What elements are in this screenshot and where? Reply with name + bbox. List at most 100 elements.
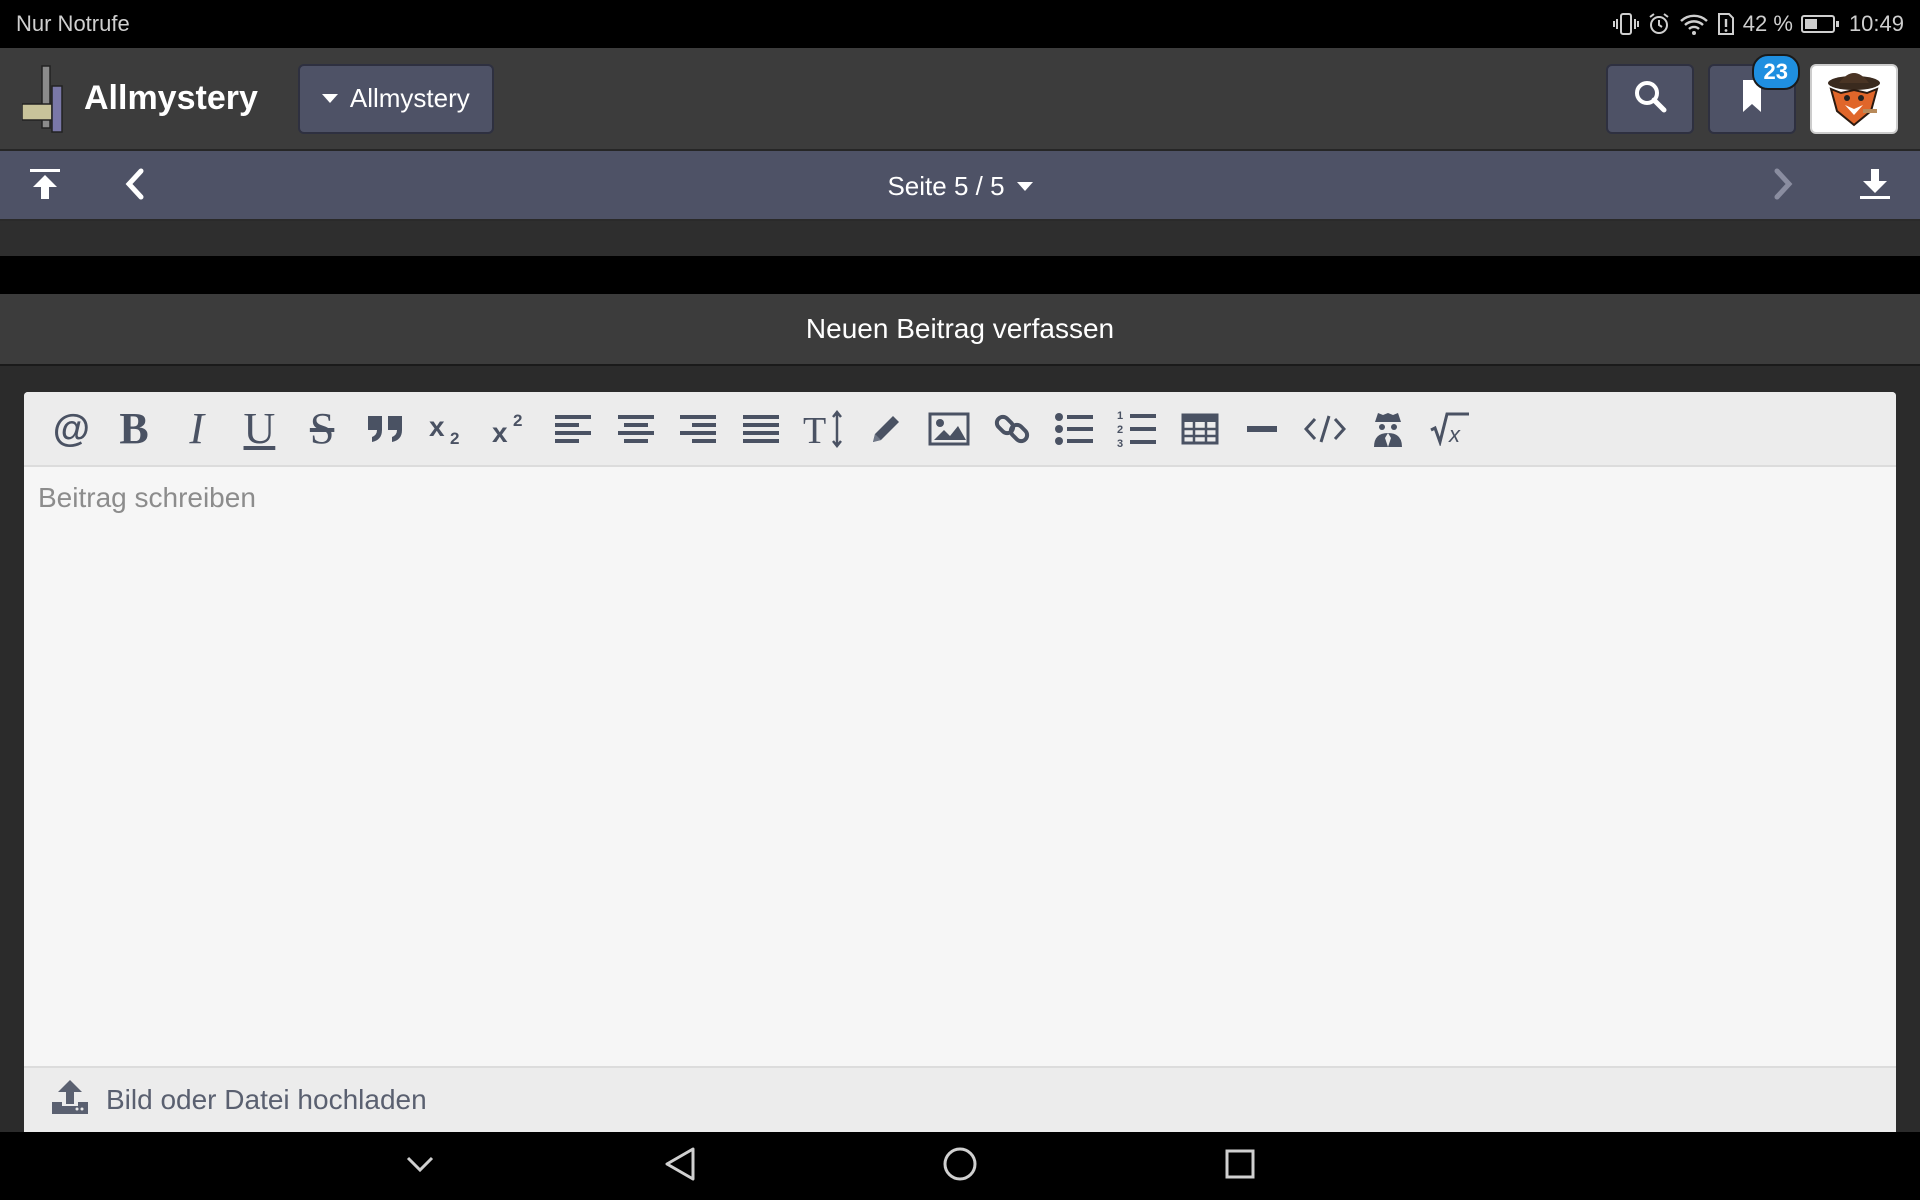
align-left-icon xyxy=(553,413,593,445)
alarm-icon xyxy=(1647,12,1671,36)
image-icon xyxy=(928,412,970,446)
forum-selector-label: Allmystery xyxy=(349,83,470,113)
page-selector[interactable]: Seite 5 / 5 xyxy=(0,151,1920,221)
wifi-icon xyxy=(1679,12,1709,36)
upload-icon xyxy=(50,1078,90,1123)
strikethrough-button[interactable]: S xyxy=(291,399,354,459)
square-root-icon: x xyxy=(1429,412,1471,446)
home-button[interactable] xyxy=(920,1132,1000,1200)
first-post-button[interactable] xyxy=(10,151,80,221)
formula-button[interactable]: x xyxy=(1419,399,1482,459)
table-button[interactable] xyxy=(1168,399,1231,459)
table-icon xyxy=(1181,413,1219,445)
bullet-list-button[interactable] xyxy=(1043,399,1106,459)
at-icon: @ xyxy=(52,407,90,450)
svg-text:T: T xyxy=(803,410,826,449)
link-icon xyxy=(993,410,1031,448)
svg-text:2: 2 xyxy=(513,412,522,430)
pencil-icon xyxy=(869,412,903,446)
svg-text:x: x xyxy=(492,417,508,446)
bold-button[interactable]: B xyxy=(103,399,166,459)
post-textarea[interactable]: Beitrag schreiben xyxy=(38,482,1882,1062)
spoiler-button[interactable] xyxy=(1356,399,1419,459)
search-icon xyxy=(1633,79,1667,118)
subscript-icon: x2 xyxy=(428,412,466,446)
status-bar: Nur Notrufe 42 % 10:49 xyxy=(0,0,1920,48)
next-page-button[interactable] xyxy=(1748,151,1818,221)
brand-title[interactable]: Allmystery xyxy=(84,79,258,118)
jump-top-icon xyxy=(28,167,62,206)
underline-button[interactable]: U xyxy=(228,399,291,459)
align-center-icon xyxy=(616,413,656,445)
spacer xyxy=(0,221,1920,256)
align-right-icon xyxy=(678,413,718,445)
quote-button[interactable] xyxy=(353,399,416,459)
svg-text:2: 2 xyxy=(1117,424,1123,436)
align-left-button[interactable] xyxy=(542,399,605,459)
bullet-list-icon xyxy=(1054,412,1094,446)
subscript-button[interactable]: x2 xyxy=(416,399,479,459)
italic-button[interactable]: I xyxy=(165,399,228,459)
align-right-button[interactable] xyxy=(667,399,730,459)
svg-text:2: 2 xyxy=(450,429,459,446)
editor-placeholder: Beitrag schreiben xyxy=(38,482,256,513)
bold-icon: B xyxy=(119,403,149,453)
font-size-button[interactable]: T xyxy=(792,399,855,459)
strikethrough-icon: S xyxy=(309,403,335,453)
upload-label: Bild oder Datei hochladen xyxy=(106,1084,427,1115)
system-nav-bar xyxy=(0,1132,1920,1200)
battery-icon xyxy=(1800,15,1839,33)
svg-text:x: x xyxy=(429,412,445,442)
forum-selector-button[interactable]: Allmystery xyxy=(297,63,494,134)
minus-icon xyxy=(1245,424,1279,434)
clock: 10:49 xyxy=(1848,11,1904,36)
code-icon xyxy=(1304,414,1347,444)
justify-button[interactable] xyxy=(730,399,793,459)
sim-alert-icon xyxy=(1717,12,1735,36)
underline-icon: U xyxy=(243,403,276,453)
editor-toolbar: @ B I U S x2 x2 T 1 2 3 x xyxy=(24,392,1896,467)
battery-percent: 42 % xyxy=(1742,11,1793,36)
bookmark-count-badge: 23 xyxy=(1751,53,1800,90)
horizontal-rule-button[interactable] xyxy=(1231,399,1294,459)
last-post-button[interactable] xyxy=(1840,151,1910,221)
svg-text:1: 1 xyxy=(1117,410,1123,422)
post-editor: @ B I U S x2 x2 T 1 2 3 x Beitrag schrei… xyxy=(24,392,1896,1132)
compose-title: Neuen Beitrag verfassen xyxy=(0,294,1920,366)
spy-icon xyxy=(1371,410,1405,448)
italic-icon: I xyxy=(189,403,205,453)
recents-button[interactable] xyxy=(1200,1132,1280,1200)
hide-nav-button[interactable] xyxy=(380,1132,460,1200)
quote-icon xyxy=(366,414,404,444)
back-button[interactable] xyxy=(640,1132,720,1200)
align-center-button[interactable] xyxy=(604,399,667,459)
caret-down-icon xyxy=(321,94,338,103)
svg-text:x: x xyxy=(1448,422,1461,446)
code-button[interactable] xyxy=(1294,399,1357,459)
link-button[interactable] xyxy=(980,399,1043,459)
search-button[interactable] xyxy=(1606,63,1694,134)
text-height-icon: T xyxy=(803,409,845,449)
home-circle-icon xyxy=(942,1146,978,1187)
previous-page-button[interactable] xyxy=(100,151,170,221)
recents-square-icon xyxy=(1224,1148,1256,1185)
pencil-button[interactable] xyxy=(855,399,918,459)
numbered-list-button[interactable]: 1 2 3 xyxy=(1106,399,1169,459)
avatar xyxy=(1819,66,1889,132)
user-avatar-button[interactable] xyxy=(1810,63,1898,134)
upload-button[interactable]: Bild oder Datei hochladen xyxy=(24,1066,1896,1132)
justify-icon xyxy=(741,413,781,445)
allmystery-logo-icon[interactable] xyxy=(21,64,68,134)
bookmarks-button[interactable]: 23 xyxy=(1708,53,1800,134)
jump-bottom-icon xyxy=(1858,167,1892,206)
mention-button[interactable]: @ xyxy=(40,399,103,459)
superscript-icon: x2 xyxy=(491,412,529,446)
chevron-down-icon xyxy=(405,1155,435,1178)
svg-text:3: 3 xyxy=(1117,438,1123,449)
caret-down-icon xyxy=(1016,181,1033,191)
chevron-right-icon xyxy=(1771,168,1795,205)
app-root: Nur Notrufe 42 % 10:49 Allmystery Allmys… xyxy=(0,0,1920,1200)
image-button[interactable] xyxy=(918,399,981,459)
page-label: Seite 5 / 5 xyxy=(887,170,1005,201)
superscript-button[interactable]: x2 xyxy=(479,399,542,459)
